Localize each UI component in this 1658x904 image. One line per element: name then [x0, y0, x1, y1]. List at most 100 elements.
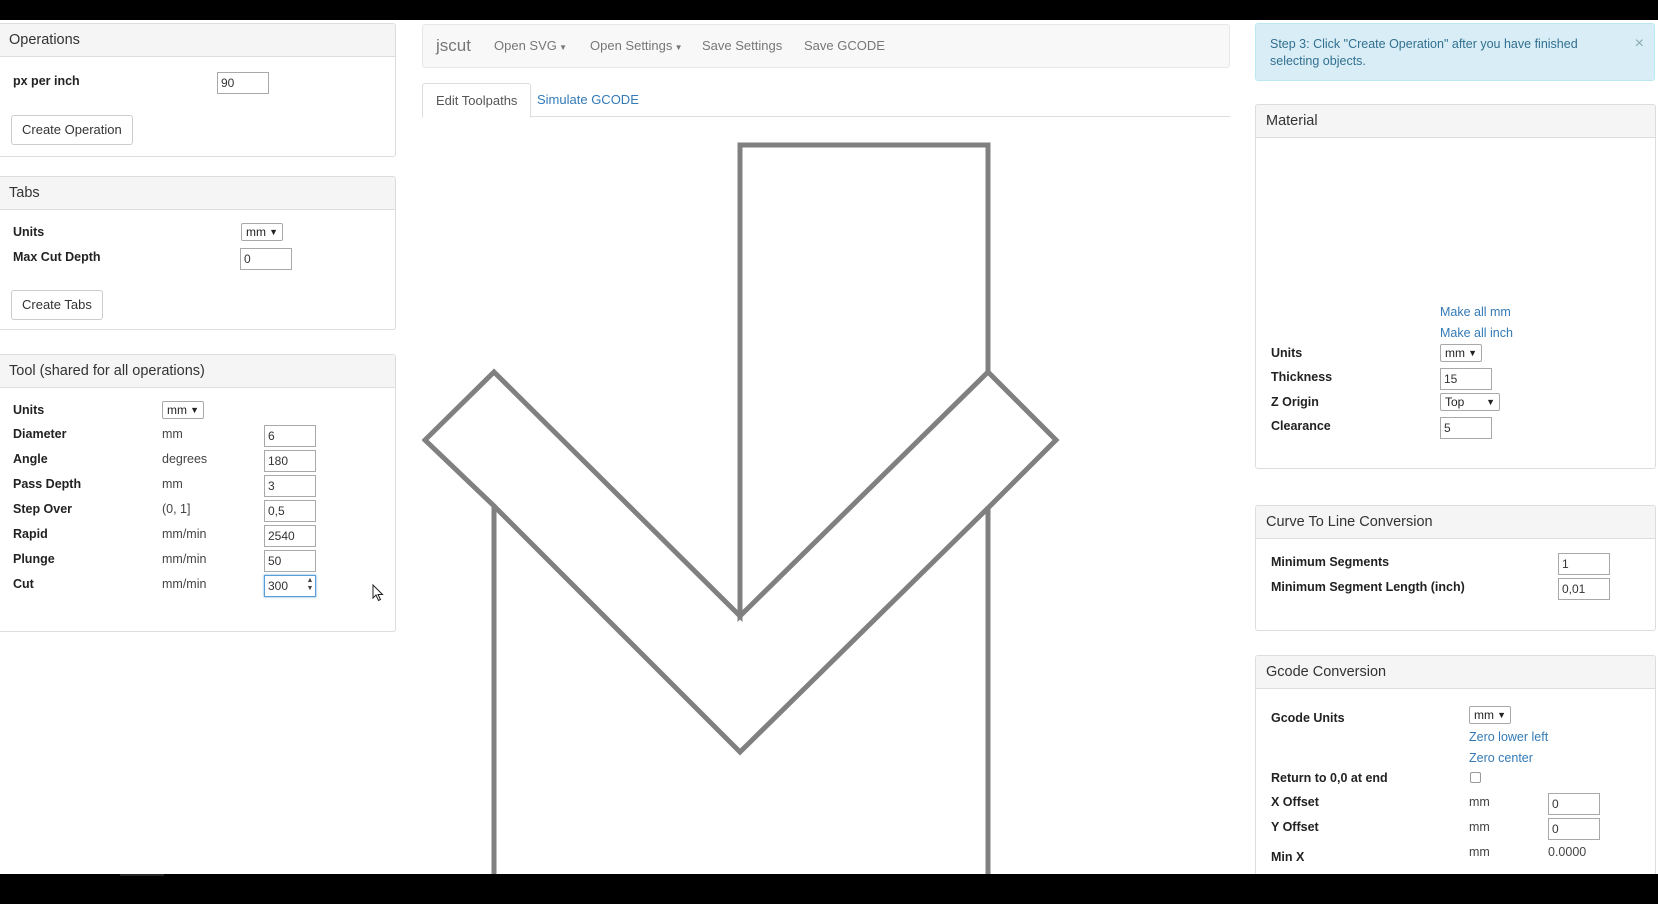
- x-offset-label: X Offset: [1271, 795, 1319, 809]
- material-heading: Material: [1256, 105, 1655, 138]
- tab-simulate-gcode[interactable]: Simulate GCODE: [524, 83, 652, 118]
- thickness-input[interactable]: [1440, 368, 1492, 390]
- open-svg-label: Open SVG: [494, 38, 557, 53]
- curve-to-line-panel: Curve To Line Conversion Minimum Segment…: [1255, 505, 1656, 631]
- x-offset-unit: mm: [1469, 795, 1490, 809]
- max-cut-depth-label: Max Cut Depth: [13, 250, 101, 264]
- view-tabs: Edit Toolpaths Simulate GCODE: [422, 83, 1230, 118]
- tool-heading: Tool (shared for all operations): [0, 355, 395, 388]
- tool-units-label: Units: [13, 403, 45, 417]
- thickness-label: Thickness: [1271, 370, 1333, 384]
- tool-cut-unit: mm/min: [162, 577, 207, 591]
- tool-rapid-input[interactable]: [264, 525, 316, 547]
- tool-pass-depth-input[interactable]: [264, 475, 316, 497]
- z-origin-value: Top: [1445, 395, 1465, 409]
- min-x-value: 0.0000: [1548, 845, 1587, 859]
- tabs-panel: Tabs Units mm ▼ Max Cut Depth Create Tab…: [0, 176, 396, 330]
- zero-lower-left-link[interactable]: Zero lower left: [1469, 730, 1548, 744]
- tool-cut-label: Cut: [13, 577, 34, 591]
- open-svg-menu[interactable]: Open SVG ▼: [494, 25, 567, 67]
- tool-pass-depth-label: Pass Depth: [13, 477, 82, 491]
- gcode-heading: Gcode Conversion: [1256, 656, 1655, 689]
- caret-down-icon: ▼: [1468, 348, 1477, 358]
- gcode-conversion-panel: Gcode Conversion Gcode Units mm ▼ Zero l…: [1255, 655, 1656, 874]
- caret-down-icon: ▼: [269, 227, 278, 237]
- open-settings-label: Open Settings: [590, 38, 673, 53]
- caret-down-icon: ▼: [1486, 397, 1495, 407]
- tool-panel: Tool (shared for all operations) Units m…: [0, 354, 396, 632]
- tabs-units-label: Units: [13, 225, 45, 239]
- bottom-black-bar: [0, 874, 1658, 904]
- tool-angle-input[interactable]: [264, 450, 316, 472]
- app-screen: Operations px per inch Create Operation …: [0, 20, 1658, 874]
- zero-center-link[interactable]: Zero center: [1469, 751, 1533, 765]
- tool-cut-stepper[interactable]: ▲▼: [264, 575, 316, 597]
- step-alert: Step 3: Click "Create Operation" after y…: [1255, 23, 1655, 81]
- min-seg-length-input[interactable]: [1558, 578, 1610, 600]
- open-settings-menu[interactable]: Open Settings ▼: [590, 25, 683, 67]
- caret-down-icon: ▼: [190, 405, 199, 415]
- tool-pass-depth-unit: mm: [162, 477, 183, 491]
- material-panel: Material Make all mm Make all inch Units…: [1255, 104, 1656, 469]
- min-segments-input[interactable]: [1558, 553, 1610, 575]
- alert-text: Step 3: Click "Create Operation" after y…: [1270, 37, 1578, 68]
- px-per-inch-input[interactable]: [217, 72, 269, 94]
- return-to-origin-checkbox[interactable]: [1470, 772, 1481, 783]
- min-x-unit: mm: [1469, 845, 1490, 859]
- return-to-origin-label: Return to 0,0 at end: [1271, 771, 1388, 785]
- save-gcode-link[interactable]: Save GCODE: [804, 25, 885, 67]
- caret-down-icon: ▼: [1497, 710, 1506, 720]
- gcode-units-value: mm: [1474, 708, 1494, 722]
- tool-units-value: mm: [167, 403, 187, 417]
- z-origin-label: Z Origin: [1271, 395, 1319, 409]
- tool-step-over-input[interactable]: [264, 500, 316, 522]
- gcode-units-select[interactable]: mm ▼: [1469, 706, 1511, 724]
- mouse-cursor-icon: [372, 584, 384, 602]
- y-offset-label: Y Offset: [1271, 820, 1319, 834]
- make-all-mm-link[interactable]: Make all mm: [1440, 305, 1511, 319]
- y-offset-unit: mm: [1469, 820, 1490, 834]
- tool-diameter-unit: mm: [162, 427, 183, 441]
- caret-down-icon: ▼: [672, 43, 683, 52]
- max-cut-depth-input[interactable]: [240, 248, 292, 270]
- operations-panel: Operations px per inch Create Operation: [0, 23, 396, 157]
- tab-edit-toolpaths[interactable]: Edit Toolpaths: [422, 83, 532, 118]
- gcode-units-label: Gcode Units: [1271, 711, 1345, 725]
- close-icon[interactable]: ×: [1635, 36, 1644, 52]
- px-per-inch-label: px per inch: [13, 74, 80, 88]
- tool-step-over-unit: (0, 1]: [162, 502, 191, 516]
- material-units-select[interactable]: mm ▼: [1440, 344, 1482, 362]
- caret-down-icon: ▼: [556, 43, 568, 52]
- tabs-units-value: mm: [246, 225, 266, 239]
- material-units-label: Units: [1271, 346, 1303, 360]
- y-offset-input[interactable]: [1548, 818, 1600, 840]
- save-settings-link[interactable]: Save Settings: [702, 25, 782, 67]
- tool-rapid-unit: mm/min: [162, 527, 207, 541]
- stepper-arrows-icon[interactable]: ▲ ▼: [306, 577, 314, 593]
- brand-jscut[interactable]: jscut: [436, 25, 471, 67]
- z-origin-select[interactable]: Top ▼: [1440, 393, 1500, 411]
- x-offset-input[interactable]: [1548, 793, 1600, 815]
- material-units-value: mm: [1445, 346, 1465, 360]
- tool-diameter-input[interactable]: [264, 425, 316, 447]
- create-tabs-button[interactable]: Create Tabs: [11, 290, 103, 320]
- tool-plunge-input[interactable]: [264, 550, 316, 572]
- make-all-inch-link[interactable]: Make all inch: [1440, 326, 1513, 340]
- tool-units-select[interactable]: mm ▼: [162, 401, 204, 419]
- curve-heading: Curve To Line Conversion: [1256, 506, 1655, 539]
- tabs-units-select[interactable]: mm ▼: [241, 223, 283, 241]
- tool-step-over-label: Step Over: [13, 502, 73, 516]
- tool-diameter-label: Diameter: [13, 427, 67, 441]
- bottom-bar-mark: [120, 874, 164, 876]
- tool-plunge-unit: mm/min: [162, 552, 207, 566]
- tool-plunge-label: Plunge: [13, 552, 55, 566]
- clearance-input[interactable]: [1440, 417, 1492, 439]
- clearance-label: Clearance: [1271, 419, 1331, 433]
- create-operation-button[interactable]: Create Operation: [11, 115, 133, 145]
- operations-heading: Operations: [0, 24, 395, 57]
- min-x-label: Min X: [1271, 850, 1305, 864]
- svg-canvas[interactable]: [422, 118, 1230, 874]
- min-seg-length-label: Minimum Segment Length (inch): [1271, 580, 1465, 594]
- navbar: jscut Open SVG ▼ Open Settings ▼ Save Se…: [422, 24, 1230, 68]
- tool-rapid-label: Rapid: [13, 527, 48, 541]
